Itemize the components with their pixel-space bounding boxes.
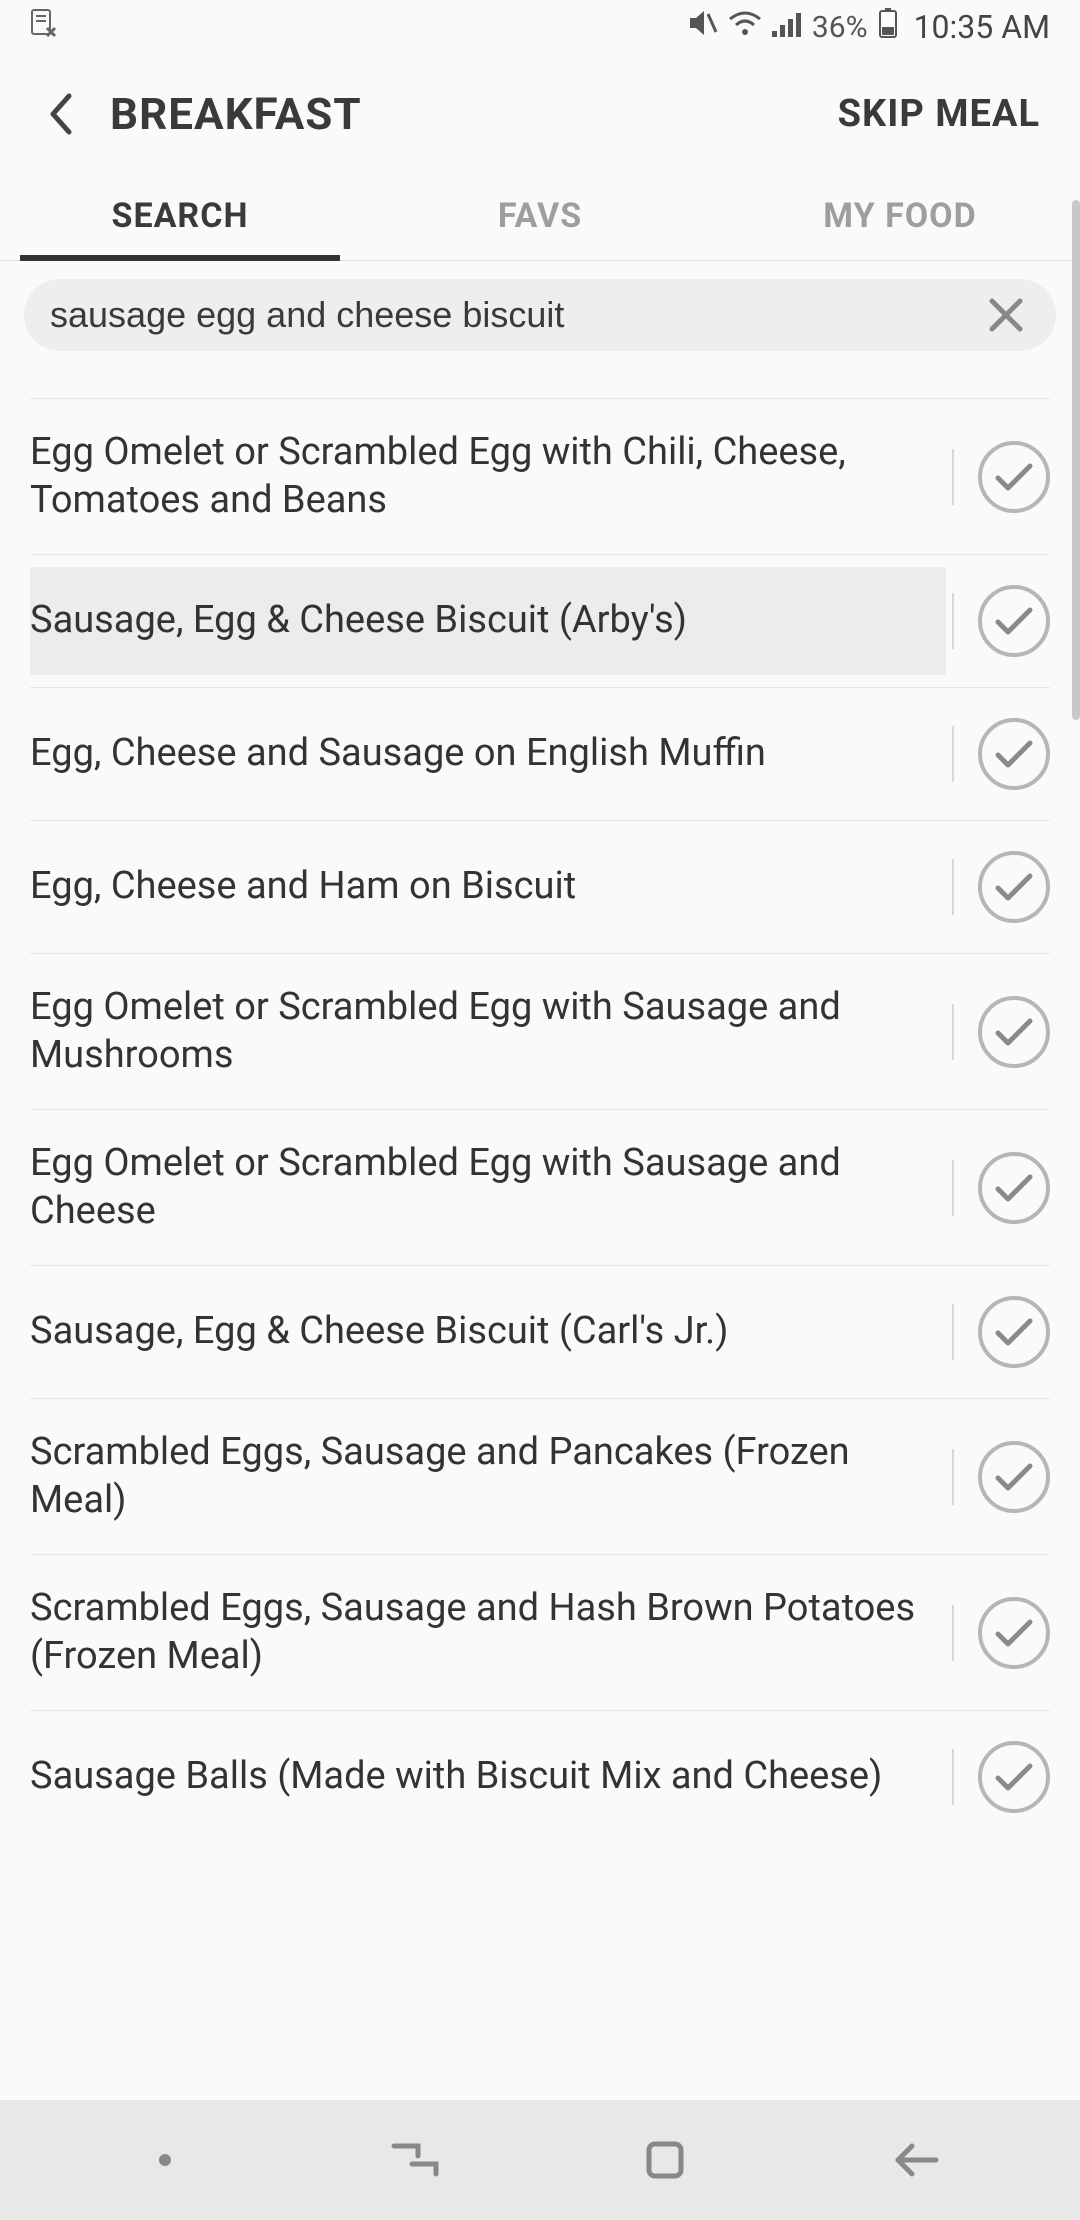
skip-meal-button[interactable]: SKIP MEAL (838, 92, 1040, 136)
status-bar: 36% 10:35 AM (0, 0, 1080, 54)
scroll-indicator (1072, 200, 1080, 720)
results-list: Egg Omelet or Scrambled Egg with Chili, … (0, 369, 1080, 1843)
list-item[interactable]: Scrambled Eggs, Sausage and Hash Brown P… (30, 1555, 1050, 1711)
food-label: Egg Omelet or Scrambled Egg with Sausage… (30, 1140, 946, 1235)
item-divider (952, 1749, 954, 1805)
list-item[interactable]: Scrambled Eggs, Sausage and Pancakes (Fr… (30, 1399, 1050, 1555)
check-icon (994, 870, 1034, 904)
search-input[interactable] (50, 294, 982, 336)
item-divider (952, 1449, 954, 1505)
food-label: Scrambled Eggs, Sausage and Hash Brown P… (30, 1585, 946, 1680)
search-container (0, 261, 1080, 369)
item-divider (952, 859, 954, 915)
tab-favs[interactable]: FAVS (360, 174, 720, 260)
tab-search[interactable]: SEARCH (0, 174, 360, 260)
home-icon (643, 2138, 687, 2182)
search-box (24, 279, 1056, 351)
item-divider (952, 449, 954, 505)
app-header: BREAKFAST SKIP MEAL (0, 54, 1080, 174)
add-food-button[interactable] (978, 851, 1050, 923)
back-button[interactable] (30, 84, 90, 144)
add-food-button[interactable] (978, 585, 1050, 657)
nav-home-button[interactable] (625, 2120, 705, 2200)
clock-text: 10:35 AM (914, 8, 1050, 46)
list-item[interactable]: Sausage, Egg & Cheese Biscuit (Arby's) (30, 555, 1050, 688)
add-food-button[interactable] (978, 1152, 1050, 1224)
tab-my-food[interactable]: MY FOOD (720, 174, 1080, 260)
check-icon (994, 1616, 1034, 1650)
wifi-icon (728, 10, 762, 45)
item-divider (952, 593, 954, 649)
check-icon (994, 1760, 1034, 1794)
close-icon (986, 295, 1026, 335)
item-divider (952, 1160, 954, 1216)
list-item[interactable]: Egg, Cheese and Ham on Biscuit (30, 821, 1050, 954)
tab-label: SEARCH (112, 196, 249, 236)
item-divider (952, 1304, 954, 1360)
nav-dot-button[interactable] (125, 2120, 205, 2200)
battery-percent: 36% (812, 10, 868, 45)
add-food-button[interactable] (978, 1441, 1050, 1513)
list-item[interactable]: Egg Omelet or Scrambled Egg with Sausage… (30, 954, 1050, 1110)
list-item[interactable]: Egg Omelet or Scrambled Egg with Sausage… (30, 1110, 1050, 1266)
check-icon (994, 460, 1034, 494)
add-food-button[interactable] (978, 1296, 1050, 1368)
mute-icon (686, 8, 718, 46)
food-label: Scrambled Eggs, Sausage and Pancakes (Fr… (30, 1429, 946, 1524)
list-item[interactable]: Sausage, Egg & Cheese Biscuit (Carl's Jr… (30, 1266, 1050, 1399)
food-label: Egg Omelet or Scrambled Egg with Sausage… (30, 984, 946, 1079)
food-label: Egg, Cheese and Ham on Biscuit (30, 863, 946, 911)
back-arrow-icon (890, 2140, 940, 2180)
check-icon (994, 1015, 1034, 1049)
list-top-divider (30, 369, 1050, 399)
add-food-button[interactable] (978, 718, 1050, 790)
chevron-left-icon (45, 90, 75, 138)
system-nav-bar (0, 2100, 1080, 2220)
clear-search-button[interactable] (982, 291, 1030, 339)
tab-label: MY FOOD (823, 196, 976, 236)
add-food-button[interactable] (978, 441, 1050, 513)
tabs: SEARCH FAVS MY FOOD (0, 174, 1080, 261)
add-food-button[interactable] (978, 1741, 1050, 1813)
add-food-button[interactable] (978, 1597, 1050, 1669)
battery-icon (878, 7, 898, 47)
signal-icon (772, 10, 802, 45)
check-icon (994, 1460, 1034, 1494)
doc-indicator-icon (30, 8, 56, 46)
food-label: Sausage Balls (Made with Biscuit Mix and… (30, 1753, 946, 1801)
add-food-button[interactable] (978, 996, 1050, 1068)
check-icon (994, 1315, 1034, 1349)
food-label: Sausage, Egg & Cheese Biscuit (Arby's) (30, 597, 946, 645)
food-label: Egg, Cheese and Sausage on English Muffi… (30, 730, 946, 778)
food-label: Egg Omelet or Scrambled Egg with Chili, … (30, 429, 946, 524)
list-item[interactable]: Egg, Cheese and Sausage on English Muffi… (30, 688, 1050, 821)
item-divider (952, 1004, 954, 1060)
food-label: Sausage, Egg & Cheese Biscuit (Carl's Jr… (30, 1308, 946, 1356)
recents-icon (390, 2142, 440, 2178)
check-icon (994, 737, 1034, 771)
item-divider (952, 1605, 954, 1661)
list-item[interactable]: Egg Omelet or Scrambled Egg with Chili, … (30, 399, 1050, 555)
page-title: BREAKFAST (110, 88, 838, 140)
item-divider (952, 726, 954, 782)
nav-back-button[interactable] (875, 2120, 955, 2200)
check-icon (994, 1171, 1034, 1205)
nav-recents-button[interactable] (375, 2120, 455, 2200)
dot-icon (158, 2153, 172, 2167)
tab-label: FAVS (498, 196, 582, 236)
check-icon (994, 604, 1034, 638)
list-item[interactable]: Sausage Balls (Made with Biscuit Mix and… (30, 1711, 1050, 1843)
